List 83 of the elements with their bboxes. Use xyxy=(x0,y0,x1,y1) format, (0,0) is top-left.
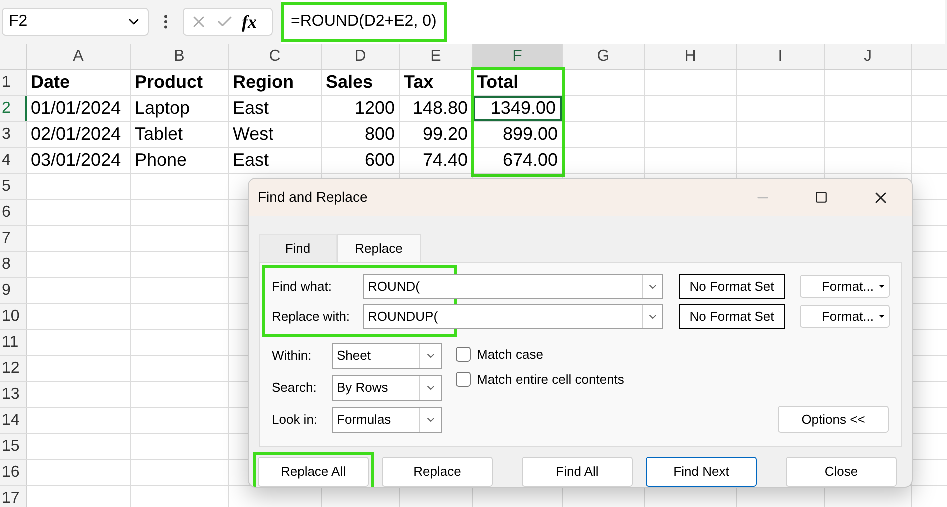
dialog-button[interactable]: Find Next xyxy=(646,457,757,487)
column-header[interactable]: H xyxy=(645,44,737,69)
row-header[interactable]: 9 xyxy=(0,278,27,303)
column-header[interactable]: D xyxy=(322,44,400,69)
format-status: No Format Set xyxy=(679,304,785,329)
row-header[interactable]: 11 xyxy=(0,330,27,355)
checkbox-label: Match case xyxy=(477,346,544,364)
table-cell-text: 74.40 xyxy=(422,149,469,172)
column-header[interactable]: I xyxy=(737,44,825,69)
function-button[interactable]: fx xyxy=(242,8,257,36)
row-header[interactable]: 13 xyxy=(0,382,27,407)
format-button[interactable]: Format... xyxy=(800,275,890,298)
dialog-button[interactable]: Replace xyxy=(382,457,493,487)
table-cell-text: Date xyxy=(30,71,72,94)
format-button[interactable]: Format... xyxy=(800,305,890,328)
row-header[interactable]: 12 xyxy=(0,356,27,381)
table-cell-text: 01/01/2024 xyxy=(30,97,122,120)
field-label: Look in: xyxy=(272,411,319,430)
column-header[interactable]: F xyxy=(473,44,563,69)
row-header[interactable]: 2 xyxy=(0,96,27,121)
window-title: Find and Replace xyxy=(258,188,368,207)
table-cell-text: 674.00 xyxy=(502,149,559,172)
table-cell-text: 899.00 xyxy=(502,123,559,146)
row-header[interactable]: 15 xyxy=(0,434,27,459)
field-label: Within: xyxy=(272,347,313,366)
row-header[interactable]: 8 xyxy=(0,252,27,277)
table-cell-text: East xyxy=(232,149,270,172)
table-cell-text: Total xyxy=(476,71,520,94)
checkbox[interactable] xyxy=(456,372,471,388)
table-cell-text: 800 xyxy=(364,123,396,146)
table-cell-text: Tablet xyxy=(134,123,184,146)
column-header[interactable]: A xyxy=(27,44,131,69)
maximize-icon[interactable] xyxy=(815,191,828,204)
caret-icon xyxy=(879,315,885,318)
column-header[interactable]: B xyxy=(131,44,229,69)
column-header[interactable]: J xyxy=(825,44,912,69)
dropdown[interactable]: By Rows xyxy=(332,375,442,401)
table-cell-text: Phone xyxy=(134,149,188,172)
field-label: Search: xyxy=(272,379,318,398)
table-cell-text: Laptop xyxy=(134,97,192,120)
format-status: No Format Set xyxy=(679,274,785,299)
table-cell-text: 600 xyxy=(364,149,396,172)
table-cell-text: Region xyxy=(232,71,295,94)
tab[interactable]: Replace xyxy=(337,234,421,262)
table-cell-text: 03/01/2024 xyxy=(30,149,122,172)
table-cell-text: 1200 xyxy=(354,97,396,120)
table-cell-text: Product xyxy=(134,71,204,94)
field-label: Find what: xyxy=(272,278,333,296)
checkbox[interactable] xyxy=(456,347,471,362)
row-header[interactable]: 14 xyxy=(0,408,27,433)
caret-icon xyxy=(879,285,885,288)
row-header[interactable]: 1 xyxy=(0,70,27,95)
combo-field[interactable]: ROUND( xyxy=(363,274,663,299)
row-header[interactable]: 10 xyxy=(0,304,27,329)
table-cell-text: West xyxy=(232,123,275,146)
row-header[interactable]: 3 xyxy=(0,122,27,147)
row-header[interactable]: 6 xyxy=(0,200,27,225)
dialog-button[interactable]: Close xyxy=(786,457,897,487)
table-cell-text: Tax xyxy=(403,71,435,94)
row-header[interactable]: 16 xyxy=(0,460,27,485)
combo-field[interactable]: ROUNDUP( xyxy=(363,304,663,329)
field-label: Replace with: xyxy=(272,308,352,326)
row-header[interactable]: 5 xyxy=(0,174,27,199)
column-header[interactable]: C xyxy=(229,44,322,69)
dropdown[interactable]: Sheet xyxy=(332,343,442,369)
dialog-button[interactable]: Find All xyxy=(522,457,633,487)
table-cell-text: 99.20 xyxy=(422,123,469,146)
table-cell: 1349.00 xyxy=(473,96,562,121)
table-cell-text: 02/01/2024 xyxy=(30,123,122,146)
dialog-button[interactable]: Replace All xyxy=(258,457,369,487)
table-cell-text: Sales xyxy=(325,71,374,94)
table-cell-text: 148.80 xyxy=(412,97,469,120)
row-header[interactable]: 4 xyxy=(0,148,27,173)
checkbox-label: Match entire cell contents xyxy=(477,371,624,389)
table-cell-text: East xyxy=(232,97,270,120)
row-header[interactable]: 17 xyxy=(0,486,27,507)
dropdown[interactable]: Formulas xyxy=(332,407,442,433)
formula-field[interactable]: =ROUND(D2+E2, 0) xyxy=(281,0,945,44)
options-button[interactable]: Options << xyxy=(778,406,889,433)
row-header[interactable]: 7 xyxy=(0,226,27,251)
name-box[interactable]: F2 xyxy=(2,8,149,36)
column-header[interactable]: G xyxy=(563,44,645,69)
tab[interactable]: Find xyxy=(259,234,337,262)
